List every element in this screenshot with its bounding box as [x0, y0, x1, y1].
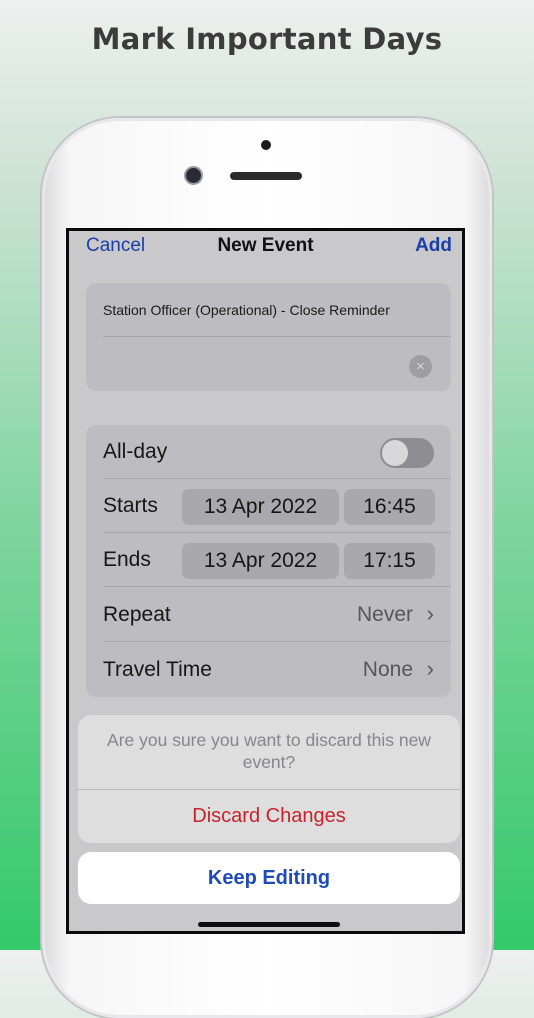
travel-time-value: None [362, 658, 413, 681]
repeat-row[interactable]: Repeat Never › [86, 588, 451, 642]
divider [103, 641, 451, 642]
starts-row: Starts 13 Apr 2022 16:45 [86, 479, 451, 533]
ends-label: Ends [103, 548, 151, 571]
discard-action-sheet: Are you sure you want to discard this ne… [78, 715, 460, 843]
end-date-button[interactable]: 13 Apr 2022 [182, 543, 339, 579]
event-title-field[interactable]: Station Officer (Operational) - Close Re… [103, 302, 390, 318]
start-time-button[interactable]: 16:45 [344, 489, 435, 525]
travel-time-row[interactable]: Travel Time None › [86, 643, 451, 697]
all-day-label: All-day [103, 440, 168, 463]
action-sheet-message: Are you sure you want to discard this ne… [107, 730, 431, 772]
ends-row: Ends 13 Apr 2022 17:15 [86, 533, 451, 587]
date-time-card: All-day Starts 13 Apr 2022 16:45 Ends 13… [86, 425, 451, 697]
cancel-button[interactable]: Cancel [86, 235, 145, 257]
chevron-right-icon: › [426, 656, 434, 681]
add-button[interactable]: Add [415, 235, 452, 257]
marketing-headline: Mark Important Days [91, 22, 443, 56]
all-day-row: All-day [86, 425, 451, 479]
front-camera [186, 168, 201, 183]
starts-label: Starts [103, 494, 158, 517]
phone-screen: Cancel New Event Add Station Officer (Op… [66, 228, 465, 934]
divider [103, 336, 451, 337]
repeat-label: Repeat [103, 603, 171, 626]
title-location-card: Station Officer (Operational) - Close Re… [86, 283, 451, 391]
repeat-value: Never [356, 603, 413, 626]
keep-editing-button[interactable]: Keep Editing [78, 852, 460, 904]
clear-icon[interactable]: × [409, 355, 432, 378]
proximity-sensor [261, 140, 271, 150]
discard-changes-button[interactable]: Discard Changes [78, 790, 460, 843]
home-indicator[interactable] [198, 922, 340, 927]
divider [103, 586, 451, 587]
all-day-toggle[interactable] [380, 438, 434, 468]
earpiece-speaker [230, 172, 302, 180]
travel-time-label: Travel Time [103, 658, 212, 681]
navigation-bar: Cancel New Event Add [69, 231, 462, 261]
toggle-knob [382, 440, 408, 466]
start-date-button[interactable]: 13 Apr 2022 [182, 489, 339, 525]
chevron-right-icon: › [426, 601, 434, 626]
end-time-button[interactable]: 17:15 [344, 543, 435, 579]
